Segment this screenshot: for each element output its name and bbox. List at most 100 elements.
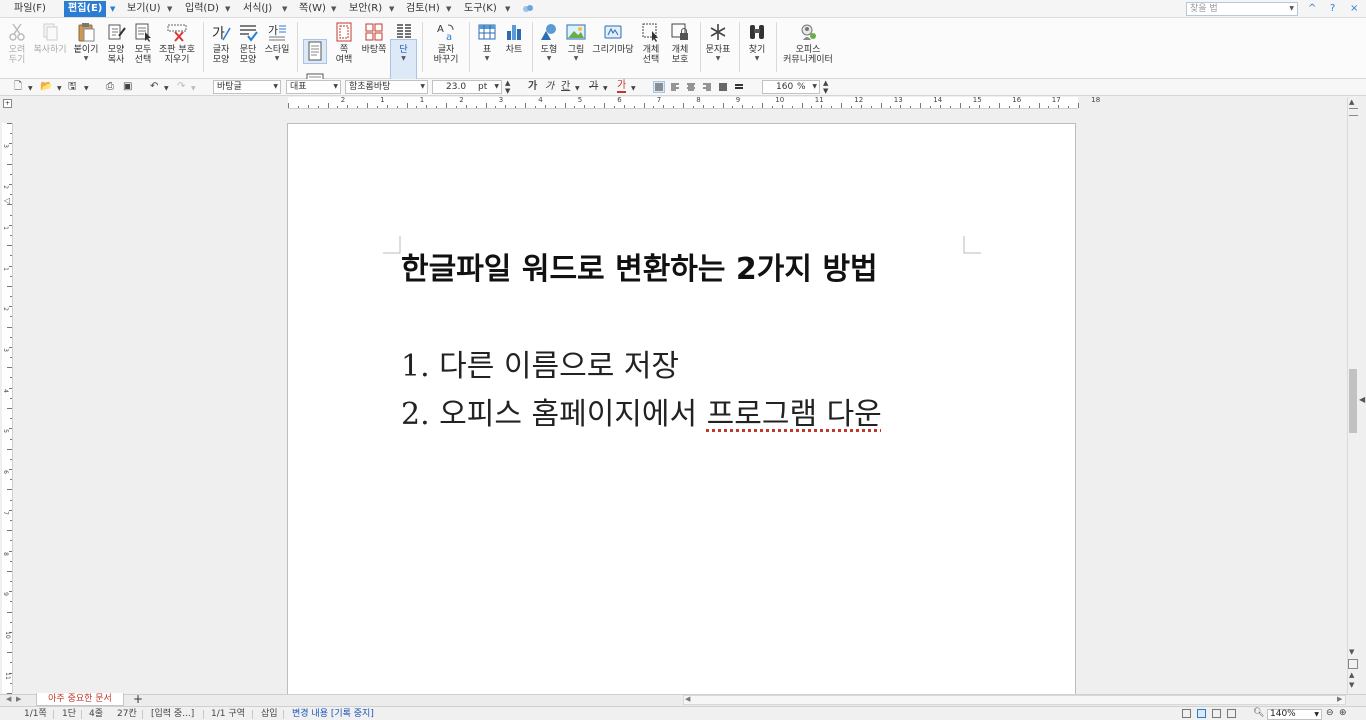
symbol-dropdown-icon[interactable]: ▼ [704, 55, 732, 62]
copy-button[interactable]: 복사하기 [32, 22, 68, 55]
menu-page[interactable]: 쪽(W) [299, 2, 326, 16]
document-tab[interactable]: 아주 중요한 문서 [36, 693, 124, 706]
scroll-up-icon[interactable]: ▲ [1349, 98, 1354, 106]
page-orientation-selected[interactable] [303, 39, 327, 64]
chevron-down-icon[interactable]: ▼ [812, 81, 817, 93]
undo-dropdown-icon[interactable]: ▼ [164, 83, 169, 95]
style-button[interactable]: 가 스타일 ▼ [262, 22, 292, 62]
para-shape-button[interactable]: 문단 모양 [235, 22, 261, 65]
vertical-ruler[interactable]: 3 2 1 1 2 3 4 5 6 7 8 9 10 11 [2, 123, 13, 694]
scroll-thumb[interactable] [1349, 369, 1357, 433]
font-size-input[interactable]: 23.0 pt ▼ [432, 80, 502, 94]
bold-button[interactable]: 가 [528, 81, 537, 93]
chevron-down-icon[interactable]: ▼ [333, 81, 338, 93]
menu-review-dropdown-icon[interactable]: ▼ [446, 2, 451, 16]
help-search-input[interactable]: 찾을 법 ▼ [1186, 2, 1298, 16]
change-text-button[interactable]: Aa 글자 바꾸기 [428, 22, 464, 65]
columns-dropdown-icon[interactable]: ▼ [391, 55, 416, 62]
horizontal-scrollbar[interactable] [683, 695, 1346, 705]
chevron-down-icon[interactable]: ▼ [1289, 3, 1294, 15]
format-painter-button[interactable]: 모양 복사 [103, 22, 129, 65]
menu-security[interactable]: 보안(R) [349, 2, 382, 16]
center-align-button[interactable] [686, 82, 696, 95]
tab-prev-icon[interactable]: ◀ [6, 695, 11, 703]
underline-dropdown-icon[interactable]: ▼ [575, 83, 580, 95]
select-all-button[interactable]: 모두 선택 [130, 22, 156, 65]
chevron-down-icon[interactable]: ▼ [1314, 710, 1319, 719]
ruler-toggle-button[interactable]: + [3, 99, 12, 108]
chevron-down-icon[interactable]: ▼ [420, 81, 425, 93]
spellcheck-underlined-text[interactable]: 프로그램 다운 [707, 397, 882, 432]
cut-button[interactable]: 오려 두기 [4, 22, 30, 65]
menu-format[interactable]: 서식(J) [243, 2, 272, 16]
style-dropdown-icon[interactable]: ▼ [262, 55, 292, 62]
view-normal-icon[interactable] [1182, 709, 1191, 718]
paste-dropdown-icon[interactable]: ▼ [70, 55, 102, 62]
hancom-assistant-icon[interactable] [522, 3, 534, 15]
line-spacing-stepper-icon[interactable]: ▲ ▼ [823, 79, 828, 95]
strikethrough-dropdown-icon[interactable]: ▼ [603, 83, 608, 95]
zoom-out-icon[interactable]: ⊖ [1326, 707, 1334, 719]
font-select[interactable]: 함초롬바탕 ▼ [345, 80, 428, 94]
status-insert-mode[interactable]: 삽입 [261, 708, 278, 720]
menu-edit-dropdown-icon[interactable]: ▼ [110, 2, 115, 16]
menu-insert[interactable]: 입력(D) [185, 2, 219, 16]
right-align-button[interactable] [702, 82, 712, 95]
menu-insert-dropdown-icon[interactable]: ▼ [225, 2, 230, 16]
status-mode[interactable]: [입력 중...] [151, 708, 194, 720]
split-view-handle[interactable] [1349, 108, 1358, 116]
view-double-icon[interactable] [1227, 709, 1236, 718]
status-section[interactable]: 1/1 구역 [211, 708, 245, 720]
columns-button[interactable]: 단 ▼ [391, 22, 416, 62]
menu-page-dropdown-icon[interactable]: ▼ [331, 2, 336, 16]
scroll-down-icon[interactable]: ▼ [1349, 648, 1354, 656]
strikethrough-button[interactable]: 가 [589, 81, 598, 93]
line-spacing-input[interactable]: 160 % ▼ [762, 80, 820, 94]
object-protect-button[interactable]: 개체 보호 [666, 22, 694, 65]
shape-button[interactable]: 도형 ▼ [536, 22, 562, 62]
add-tab-button[interactable]: + [133, 693, 143, 705]
clear-control-codes-button[interactable]: 조판 부호 지우기 [157, 22, 197, 65]
left-align-button[interactable] [670, 82, 680, 95]
horizontal-ruler[interactable]: 2 1 1 2 3 4 5 6 7 8 9 10 11 12 13 14 15 16 17 18 [288, 97, 1100, 109]
new-dropdown-icon[interactable]: ▼ [28, 83, 33, 95]
style-select[interactable]: 바탕글 ▼ [213, 80, 281, 94]
status-page[interactable]: 1/1쪽 [24, 708, 47, 720]
document-title[interactable]: 한글파일 워드로 변환하는 2가지 방법 [401, 252, 878, 288]
justify-align-button[interactable] [653, 81, 665, 93]
redo-dropdown-icon[interactable]: ▼ [191, 83, 196, 95]
menu-view-dropdown-icon[interactable]: ▼ [167, 2, 172, 16]
table-dropdown-icon[interactable]: ▼ [474, 55, 500, 62]
font-color-button[interactable]: 가 [617, 81, 627, 93]
find-dropdown-icon[interactable]: ▼ [744, 55, 770, 62]
document-line-1[interactable]: 1. 다른 이름으로 저장 [401, 349, 679, 385]
save-dropdown-icon[interactable]: ▼ [84, 83, 89, 95]
next-page-icon[interactable]: ▼ [1349, 681, 1354, 689]
open-dropdown-icon[interactable]: ▼ [57, 83, 62, 95]
status-column[interactable]: 1단 [62, 708, 76, 720]
drawing-gallery-button[interactable]: 그리기마당 [591, 22, 635, 55]
menu-tools-dropdown-icon[interactable]: ▼ [505, 2, 510, 16]
font-size-stepper-icon[interactable]: ▲ ▼ [505, 79, 510, 95]
symbol-button[interactable]: 문자표 ▼ [704, 22, 732, 62]
print-preview-icon[interactable]: ▣ [123, 81, 132, 93]
view-full-icon[interactable] [1212, 709, 1221, 718]
ribbon-collapse-icon[interactable]: ^ [1308, 3, 1316, 15]
table-button[interactable]: 표 ▼ [474, 22, 500, 62]
scroll-right-icon[interactable]: ▶ [1337, 695, 1342, 703]
new-document-icon[interactable]: 🗋 [14, 81, 22, 93]
menu-tools[interactable]: 도구(K) [464, 2, 497, 16]
divide-align-button[interactable] [734, 82, 744, 95]
master-page-button[interactable]: 바탕쪽 [359, 22, 389, 55]
menu-review[interactable]: 검토(H) [406, 2, 440, 16]
menu-format-dropdown-icon[interactable]: ▼ [282, 2, 287, 16]
shape-dropdown-icon[interactable]: ▼ [536, 55, 562, 62]
object-select-button[interactable]: 개체 선택 [638, 22, 664, 65]
help-icon[interactable]: ? [1330, 3, 1335, 15]
undo-icon[interactable]: ↶ [150, 81, 158, 93]
chart-button[interactable]: 차트 [501, 22, 527, 55]
distribute-align-button[interactable] [718, 82, 728, 95]
ruler-indent-marker-icon[interactable]: ◁ [4, 196, 10, 205]
find-button[interactable]: 찾기 ▼ [744, 22, 770, 62]
redo-icon[interactable]: ↷ [177, 81, 185, 93]
